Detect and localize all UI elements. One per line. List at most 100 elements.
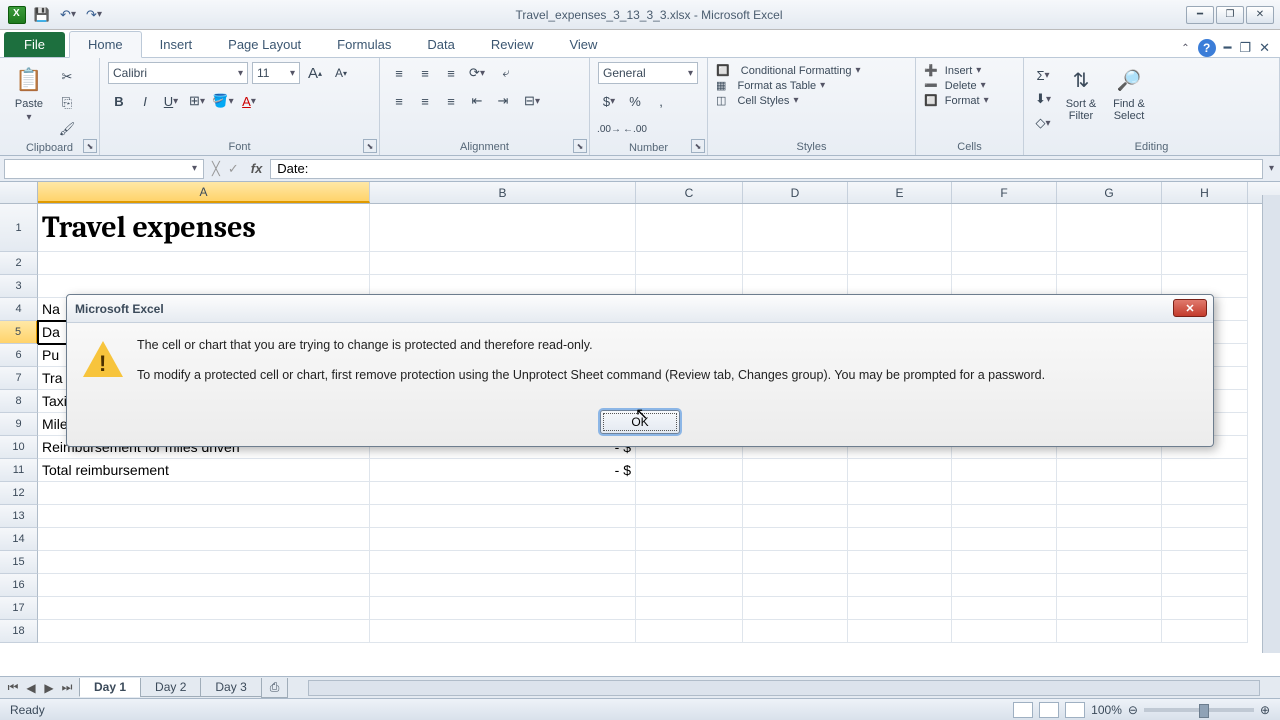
page-layout-view-icon[interactable] xyxy=(1039,702,1059,718)
percent-icon[interactable]: % xyxy=(624,90,646,112)
cell[interactable] xyxy=(952,528,1057,551)
column-header-H[interactable]: H xyxy=(1162,182,1248,203)
number-launcher[interactable]: ⬊ xyxy=(691,139,705,153)
cell[interactable] xyxy=(636,252,743,275)
row-header[interactable]: 12 xyxy=(0,482,38,505)
cell[interactable] xyxy=(743,528,848,551)
formula-input[interactable]: Date: xyxy=(270,159,1263,179)
cell[interactable] xyxy=(952,574,1057,597)
sheet-nav-prev-icon[interactable]: ◀ xyxy=(22,679,40,697)
minimize-ribbon-icon[interactable]: ⌃ xyxy=(1181,43,1189,54)
new-sheet-button[interactable]: ⎙ xyxy=(261,678,289,698)
cell[interactable] xyxy=(38,597,370,620)
cell[interactable] xyxy=(952,620,1057,643)
cell[interactable] xyxy=(848,551,952,574)
format-as-table-button[interactable]: ▦ Format as Table▾ xyxy=(716,79,825,92)
cell[interactable] xyxy=(1162,528,1248,551)
cell[interactable] xyxy=(743,505,848,528)
dialog-close-button[interactable]: ✕ xyxy=(1173,299,1207,317)
borders-button[interactable]: ⊞▾ xyxy=(186,90,208,112)
cell[interactable] xyxy=(370,574,636,597)
name-box[interactable]: ▾ xyxy=(4,159,204,179)
clipboard-launcher[interactable]: ⬊ xyxy=(83,139,97,153)
bold-button[interactable]: B xyxy=(108,90,130,112)
sort-filter-button[interactable]: ⇅ Sort & Filter xyxy=(1060,62,1102,124)
cell[interactable] xyxy=(636,204,743,252)
cell-styles-button[interactable]: ◫ Cell Styles▾ xyxy=(716,94,798,107)
row-header[interactable]: 9 xyxy=(0,413,38,436)
restore-button[interactable]: ❐ xyxy=(1216,6,1244,24)
cell[interactable] xyxy=(743,252,848,275)
row-header[interactable]: 4 xyxy=(0,298,38,321)
cell[interactable] xyxy=(952,482,1057,505)
dialog-title-bar[interactable]: Microsoft Excel ✕ xyxy=(67,295,1213,323)
italic-button[interactable]: I xyxy=(134,90,156,112)
font-size-dropdown[interactable]: 11▾ xyxy=(252,62,300,84)
cell[interactable] xyxy=(1162,620,1248,643)
autosum-icon[interactable]: Σ▾ xyxy=(1032,64,1054,86)
cell[interactable] xyxy=(952,505,1057,528)
column-header-C[interactable]: C xyxy=(636,182,743,203)
cell[interactable] xyxy=(370,482,636,505)
zoom-slider[interactable] xyxy=(1144,708,1254,712)
column-header-G[interactable]: G xyxy=(1057,182,1162,203)
cell[interactable] xyxy=(848,574,952,597)
underline-button[interactable]: U▾ xyxy=(160,90,182,112)
row-header[interactable]: 1 xyxy=(0,204,38,252)
increase-decimal-icon[interactable]: .00→ xyxy=(598,118,620,140)
cell[interactable] xyxy=(1162,505,1248,528)
cell[interactable] xyxy=(1057,551,1162,574)
cell[interactable] xyxy=(848,620,952,643)
cell[interactable] xyxy=(952,204,1057,252)
cell[interactable] xyxy=(952,551,1057,574)
align-top-icon[interactable]: ≡ xyxy=(388,62,410,84)
horizontal-scrollbar[interactable] xyxy=(308,680,1260,696)
row-header[interactable]: 18 xyxy=(0,620,38,643)
cell[interactable] xyxy=(38,482,370,505)
cell[interactable] xyxy=(1162,597,1248,620)
cell[interactable] xyxy=(1162,252,1248,275)
cell[interactable] xyxy=(848,252,952,275)
cell[interactable] xyxy=(743,597,848,620)
cell[interactable] xyxy=(848,482,952,505)
cut-icon[interactable]: ✂ xyxy=(56,66,78,88)
align-bottom-icon[interactable]: ≡ xyxy=(440,62,462,84)
insert-cells-button[interactable]: ➕ Insert▾ xyxy=(924,64,981,77)
delete-cells-button[interactable]: ➖ Delete▾ xyxy=(924,79,986,92)
cell[interactable] xyxy=(370,551,636,574)
cell[interactable] xyxy=(1162,459,1248,482)
cell[interactable] xyxy=(743,551,848,574)
currency-icon[interactable]: $▾ xyxy=(598,90,620,112)
cell[interactable]: Travel expenses xyxy=(38,204,370,252)
cell[interactable] xyxy=(952,459,1057,482)
align-left-icon[interactable]: ≡ xyxy=(388,90,410,112)
decrease-indent-icon[interactable]: ⇤ xyxy=(466,90,488,112)
cell[interactable] xyxy=(1057,597,1162,620)
sheet-tab[interactable]: Day 2 xyxy=(140,678,201,697)
row-header[interactable]: 14 xyxy=(0,528,38,551)
column-header-B[interactable]: B xyxy=(370,182,636,203)
minimize-button[interactable]: ━ xyxy=(1186,6,1214,24)
row-header[interactable]: 15 xyxy=(0,551,38,574)
close-button[interactable]: ✕ xyxy=(1246,6,1274,24)
orientation-icon[interactable]: ⟳▾ xyxy=(466,62,488,84)
cell[interactable] xyxy=(1057,505,1162,528)
tab-data[interactable]: Data xyxy=(409,32,472,57)
comma-icon[interactable]: , xyxy=(650,90,672,112)
row-header[interactable]: 17 xyxy=(0,597,38,620)
row-header[interactable]: 11 xyxy=(0,459,38,482)
cell[interactable] xyxy=(370,620,636,643)
tab-insert[interactable]: Insert xyxy=(142,32,211,57)
undo-icon[interactable]: ↶▾ xyxy=(58,5,78,25)
find-select-button[interactable]: 🔎 Find & Select xyxy=(1108,62,1150,124)
cell[interactable] xyxy=(848,597,952,620)
cell[interactable] xyxy=(743,204,848,252)
cell[interactable] xyxy=(636,459,743,482)
excel-app-icon[interactable] xyxy=(8,6,26,24)
cell[interactable] xyxy=(743,620,848,643)
cell[interactable] xyxy=(1057,528,1162,551)
cancel-formula-icon[interactable]: ╳ xyxy=(208,161,224,177)
cell[interactable] xyxy=(1057,620,1162,643)
cell[interactable] xyxy=(38,551,370,574)
cell[interactable] xyxy=(38,252,370,275)
